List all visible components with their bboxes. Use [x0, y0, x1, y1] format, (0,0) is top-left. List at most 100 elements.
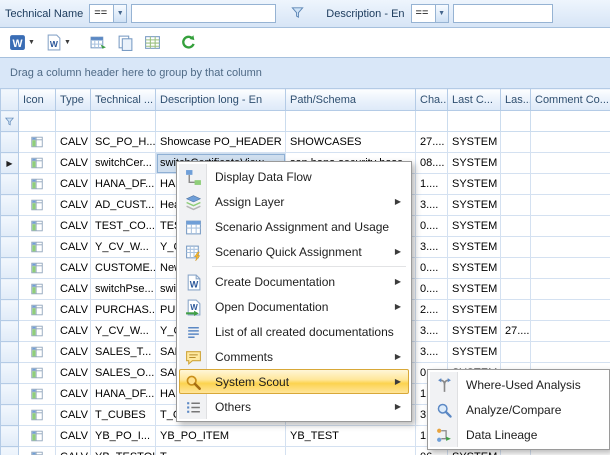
chevron-down-icon[interactable]: ▼ — [113, 5, 126, 22]
cell-las[interactable] — [501, 237, 531, 258]
table-row[interactable]: CALVSC_PO_H...Showcase PO_HEADERSHOWCASE… — [1, 132, 610, 153]
menu-item-others[interactable]: Others▶ — [179, 394, 409, 419]
cell-type[interactable]: CALV — [56, 447, 91, 455]
cell-las[interactable] — [501, 342, 531, 363]
cell-type[interactable]: CALV — [56, 216, 91, 237]
cell-path-schema[interactable]: SHOWCASES — [286, 132, 416, 153]
word-template-button[interactable]: W▼ — [41, 31, 75, 54]
row-indicator[interactable] — [1, 426, 19, 447]
cell-path-schema[interactable] — [286, 447, 416, 455]
cell-changed[interactable]: 3.... — [416, 195, 448, 216]
cell-comment[interactable] — [531, 132, 610, 153]
cell-comment[interactable] — [531, 153, 610, 174]
filter-cell[interactable] — [91, 111, 156, 132]
cell-comment[interactable] — [531, 174, 610, 195]
column-header-path-schema[interactable]: Path/Schema — [286, 89, 416, 111]
cell-las[interactable] — [501, 216, 531, 237]
cell-icon[interactable] — [19, 153, 56, 174]
cell-last-changed-by[interactable]: SYSTEM — [448, 132, 501, 153]
row-indicator[interactable] — [1, 447, 19, 455]
row-indicator[interactable]: ▶ — [1, 153, 19, 174]
cell-las[interactable]: 27.... — [501, 321, 531, 342]
menu-item-list-of-all-created-documentations[interactable]: List of all created documentations — [179, 319, 409, 344]
menu-item-display-data-flow[interactable]: Display Data Flow — [179, 164, 409, 189]
cell-path-schema[interactable]: YB_TEST — [286, 426, 416, 447]
row-indicator[interactable] — [1, 195, 19, 216]
cell-description-long-en[interactable]: YB_PO_ITEM — [156, 426, 286, 447]
row-indicator[interactable] — [1, 174, 19, 195]
cell-technical-name[interactable]: PURCHAS... — [91, 300, 156, 321]
cell-icon[interactable] — [19, 174, 56, 195]
cell-technical-name[interactable]: TEST_CO... — [91, 216, 156, 237]
cell-type[interactable]: CALV — [56, 321, 91, 342]
cell-technical-name[interactable]: CUSTOME... — [91, 258, 156, 279]
cell-icon[interactable] — [19, 237, 56, 258]
column-header-type[interactable]: Type — [56, 89, 91, 111]
submenu-item-analyze-compare[interactable]: Analyze/Compare — [430, 397, 607, 422]
cell-icon[interactable] — [19, 384, 56, 405]
cell-las[interactable] — [501, 195, 531, 216]
cell-type[interactable]: CALV — [56, 237, 91, 258]
row-indicator[interactable] — [1, 258, 19, 279]
export-grid-button[interactable] — [86, 31, 111, 54]
cell-type[interactable]: CALV — [56, 279, 91, 300]
technical-name-operator-combo[interactable]: == ▼ — [89, 4, 127, 23]
column-header-cha[interactable]: Cha... — [416, 89, 448, 111]
cell-technical-name[interactable]: AD_CUST... — [91, 195, 156, 216]
cell-type[interactable]: CALV — [56, 342, 91, 363]
column-header-comment-co[interactable]: Comment Co... — [531, 89, 610, 111]
cell-las[interactable] — [501, 153, 531, 174]
cell-technical-name[interactable]: Y_CV_W... — [91, 237, 156, 258]
row-indicator[interactable] — [1, 363, 19, 384]
filter-cell[interactable] — [286, 111, 416, 132]
cell-technical-name[interactable]: switchCer... — [91, 153, 156, 174]
cell-icon[interactable] — [19, 279, 56, 300]
menu-item-assign-layer[interactable]: Assign Layer▶ — [179, 189, 409, 214]
menu-item-create-documentation[interactable]: WCreate Documentation▶ — [179, 269, 409, 294]
cell-technical-name[interactable]: SC_PO_H... — [91, 132, 156, 153]
row-indicator[interactable] — [1, 237, 19, 258]
technical-name-input[interactable] — [131, 4, 276, 23]
row-indicator[interactable] — [1, 216, 19, 237]
cell-comment[interactable] — [531, 321, 610, 342]
cell-changed[interactable]: 08.... — [416, 153, 448, 174]
cell-icon[interactable] — [19, 363, 56, 384]
row-indicator[interactable] — [1, 321, 19, 342]
filter-cell[interactable] — [156, 111, 286, 132]
cell-description-long-en[interactable]: Showcase PO_HEADER — [156, 132, 286, 153]
filter-cell[interactable] — [448, 111, 501, 132]
cell-icon[interactable] — [19, 258, 56, 279]
cell-type[interactable]: CALV — [56, 195, 91, 216]
row-indicator[interactable] — [1, 342, 19, 363]
cell-technical-name[interactable]: T_CUBES — [91, 405, 156, 426]
cell-comment[interactable] — [531, 237, 610, 258]
row-indicator[interactable] — [1, 384, 19, 405]
cell-last-changed-by[interactable]: SYSTEM — [448, 258, 501, 279]
cell-last-changed-by[interactable]: SYSTEM — [448, 216, 501, 237]
cell-icon[interactable] — [19, 426, 56, 447]
cell-changed[interactable]: 3.... — [416, 237, 448, 258]
cell-comment[interactable] — [531, 300, 610, 321]
description-operator-combo[interactable]: == ▼ — [411, 4, 449, 23]
cell-las[interactable] — [501, 258, 531, 279]
cell-last-changed-by[interactable]: SYSTEM — [448, 321, 501, 342]
menu-item-scenario-assignment-and-usage[interactable]: Scenario Assignment and Usage — [179, 214, 409, 239]
cell-technical-name[interactable]: YB_PO_I... — [91, 426, 156, 447]
cell-description-long-en[interactable]: T... — [156, 447, 286, 455]
cell-type[interactable]: CALV — [56, 300, 91, 321]
cell-changed[interactable]: 27.... — [416, 132, 448, 153]
cell-type[interactable]: CALV — [56, 363, 91, 384]
cell-icon[interactable] — [19, 447, 56, 455]
filter-settings-button[interactable] — [284, 3, 310, 24]
cell-comment[interactable] — [531, 279, 610, 300]
cell-technical-name[interactable]: switchPse... — [91, 279, 156, 300]
dropdown-arrow-icon[interactable]: ▼ — [28, 39, 35, 46]
cell-technical-name[interactable]: Y_CV_W... — [91, 321, 156, 342]
cell-technical-name[interactable]: YB_TESTOK — [91, 447, 156, 455]
cell-changed[interactable]: 3.... — [416, 342, 448, 363]
cell-type[interactable]: CALV — [56, 258, 91, 279]
filter-cell[interactable] — [501, 111, 531, 132]
cell-technical-name[interactable]: HANA_DF... — [91, 174, 156, 195]
filter-cell[interactable] — [56, 111, 91, 132]
cell-last-changed-by[interactable]: SYSTEM — [448, 153, 501, 174]
